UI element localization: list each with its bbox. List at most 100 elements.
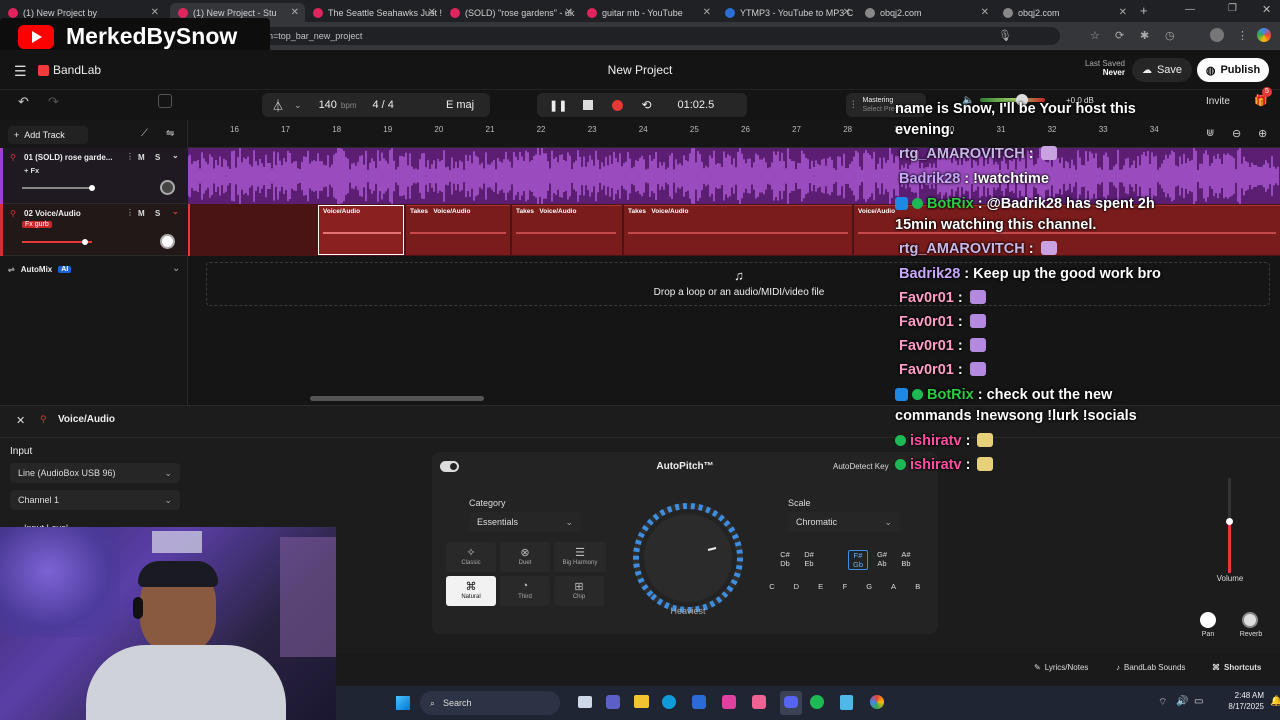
copilot-icon[interactable]: [1257, 28, 1271, 42]
track-name[interactable]: 02 Voice/Audio: [24, 209, 81, 218]
strength-knob[interactable]: [632, 502, 748, 618]
close-icon[interactable]: ✕: [428, 7, 436, 18]
publish-button[interactable]: ◍ Publish: [1197, 58, 1269, 82]
chevron-down-icon[interactable]: ⌄: [172, 263, 180, 274]
scale-key[interactable]: B: [908, 582, 928, 591]
scale-key[interactable]: A# Bb: [896, 550, 916, 568]
task-view-icon[interactable]: [578, 696, 592, 708]
key-selector[interactable]: E maj: [430, 93, 490, 117]
audio-clip[interactable]: Takes Voice/Audio: [512, 205, 622, 255]
scale-key[interactable]: E: [811, 582, 831, 591]
extensions-icon[interactable]: ⟳: [1115, 29, 1124, 42]
pan-knob[interactable]: [160, 234, 175, 249]
scale-key[interactable]: C: [762, 582, 782, 591]
tracks-options-icon[interactable]: ⇋: [166, 128, 174, 139]
scale-key[interactable]: A: [884, 582, 904, 591]
voice-classic[interactable]: ✧ Classic: [446, 542, 496, 572]
pause-icon[interactable]: ❚❚: [549, 99, 567, 112]
scale-key[interactable]: D# Eb: [799, 550, 819, 568]
more-icon[interactable]: ⋮: [126, 208, 134, 217]
bandlab-sounds-button[interactable]: ♪ BandLab Sounds: [1116, 663, 1185, 672]
file-explorer-icon[interactable]: [634, 695, 649, 708]
automix-row[interactable]: ⇌ AutoMix AI: [8, 265, 72, 274]
slider-thumb[interactable]: [82, 239, 88, 245]
pink-app-icon[interactable]: [752, 695, 766, 709]
taskbar-search[interactable]: ⌕ Search: [420, 691, 560, 715]
browser-tab[interactable]: obqj2.com ✕: [995, 3, 1133, 22]
notepad-icon[interactable]: [840, 695, 853, 710]
store-icon[interactable]: [692, 695, 706, 709]
browser-tab[interactable]: obqj2.com ✕: [857, 3, 995, 22]
close-icon[interactable]: ✕: [565, 7, 573, 18]
fx-button[interactable]: + Fx: [24, 166, 39, 175]
pan-knob[interactable]: [1200, 612, 1216, 628]
invite-button[interactable]: Invite: [1206, 96, 1230, 107]
volume-icon[interactable]: 🔊: [1176, 696, 1188, 707]
maximize-button[interactable]: ❐: [1228, 3, 1237, 14]
fx-chip[interactable]: Fx gurb: [22, 221, 52, 228]
teams-icon[interactable]: [606, 695, 620, 709]
horizontal-scrollbar[interactable]: [310, 396, 484, 401]
shortcuts-button[interactable]: ⌘ Shortcuts: [1212, 663, 1261, 672]
reverb-knob[interactable]: [1242, 612, 1258, 628]
wand-icon[interactable]: ⟋: [141, 128, 148, 139]
audio-clip[interactable]: Takes Voice/Audio: [406, 205, 510, 255]
channel-select[interactable]: Channel 1 ⌄: [10, 490, 180, 510]
scale-key[interactable]: D: [786, 582, 806, 591]
spotify-icon[interactable]: [810, 695, 824, 709]
solo-button[interactable]: S: [155, 153, 160, 162]
zoom-in-icon[interactable]: ⊕: [1258, 127, 1267, 140]
browser-tab[interactable]: (SOLD) "rose gardens" - uk ✕: [442, 3, 579, 22]
scale-key[interactable]: G# Ab: [872, 550, 892, 568]
minimize-button[interactable]: —: [1185, 4, 1195, 15]
audio-clip[interactable]: Takes Voice/Audio: [624, 205, 852, 255]
slider-thumb[interactable]: [89, 185, 95, 191]
scale-key[interactable]: G: [859, 582, 879, 591]
pan-knob[interactable]: [160, 180, 175, 195]
clock[interactable]: 2:48 AM 8/17/2025: [1204, 690, 1264, 712]
battery-icon[interactable]: ▭: [1194, 696, 1203, 707]
puzzle-icon[interactable]: ✱: [1140, 29, 1149, 42]
close-icon[interactable]: ✕: [151, 7, 159, 18]
close-icon[interactable]: ✕: [1119, 7, 1127, 18]
voice-duet[interactable]: ⊗ Duet: [500, 542, 550, 572]
playhead[interactable]: [188, 204, 190, 256]
mute-button[interactable]: M: [138, 209, 145, 218]
chevron-down-icon[interactable]: ⌄: [294, 100, 302, 111]
chrome-icon[interactable]: [870, 695, 884, 709]
scale-key[interactable]: F# Gb: [848, 550, 868, 570]
lyrics-notes-button[interactable]: ✎ Lyrics/Notes: [1034, 663, 1088, 672]
browser-tab[interactable]: YTMP3 - YouTube to MP3 C ✕: [717, 3, 857, 22]
close-icon[interactable]: ✕: [16, 414, 25, 427]
scale-key[interactable]: C# Db: [775, 550, 795, 568]
metronome-icon[interactable]: ⏃: [272, 97, 284, 114]
menu-dots-icon[interactable]: ⋮: [1237, 29, 1248, 42]
browser-tab[interactable]: guitar mb - YouTube ✕: [579, 3, 717, 22]
bookmark-star-icon[interactable]: ☆: [1090, 29, 1100, 42]
profile-avatar[interactable]: [1210, 28, 1224, 42]
voice-chip[interactable]: ⊞ Chip: [554, 576, 604, 606]
close-icon[interactable]: ✕: [843, 7, 851, 18]
notifications-icon[interactable]: 🔔: [1270, 696, 1280, 707]
close-icon[interactable]: ✕: [291, 7, 299, 18]
snap-icon[interactable]: ⋓: [1206, 128, 1214, 139]
address-bar[interactable]: n=top_bar_new_project: [200, 27, 1060, 45]
stop-icon[interactable]: [583, 100, 594, 110]
voice-natural[interactable]: ⌘ Natural: [446, 576, 496, 606]
loop-icon[interactable]: ⟲: [641, 98, 651, 112]
volume-fader-thumb[interactable]: [1226, 518, 1233, 525]
new-tab-button[interactable]: +: [1140, 3, 1148, 18]
redo-icon[interactable]: ↷: [48, 94, 59, 110]
wifi-icon[interactable]: ⌔: [1158, 696, 1167, 709]
scale-key[interactable]: F: [835, 582, 855, 591]
save-button[interactable]: ☁ Save: [1132, 58, 1192, 82]
mute-button[interactable]: M: [138, 153, 145, 162]
solo-button[interactable]: S: [155, 209, 160, 218]
track-row[interactable]: ⚲ 02 Voice/Audio ⋮ M S ⌄ Fx gurb: [0, 204, 188, 256]
chevron-down-icon[interactable]: ⌄: [172, 151, 179, 160]
undo-icon[interactable]: ↶: [18, 94, 29, 110]
voice-third[interactable]: ◔ Third: [500, 576, 550, 606]
audio-clip-selected[interactable]: Voice/Audio: [318, 205, 404, 255]
track-name[interactable]: 01 (SOLD) rose garde...: [24, 153, 112, 162]
more-icon[interactable]: ⋮: [126, 152, 134, 161]
